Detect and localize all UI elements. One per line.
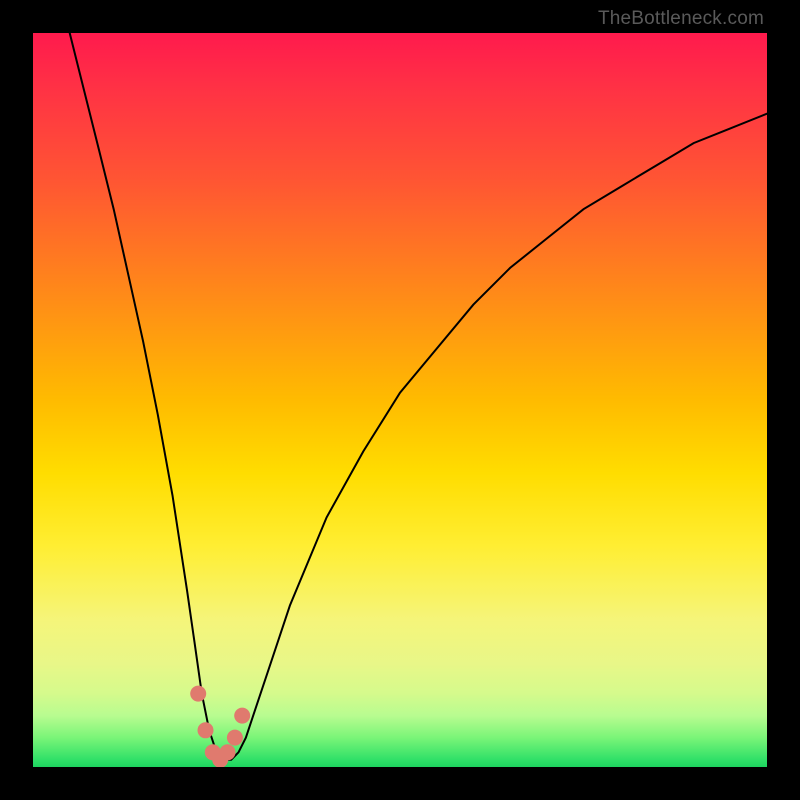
chart-root: TheBottleneck.com — [0, 0, 800, 800]
watermark-label: TheBottleneck.com — [598, 8, 764, 30]
plot-area — [33, 33, 767, 767]
